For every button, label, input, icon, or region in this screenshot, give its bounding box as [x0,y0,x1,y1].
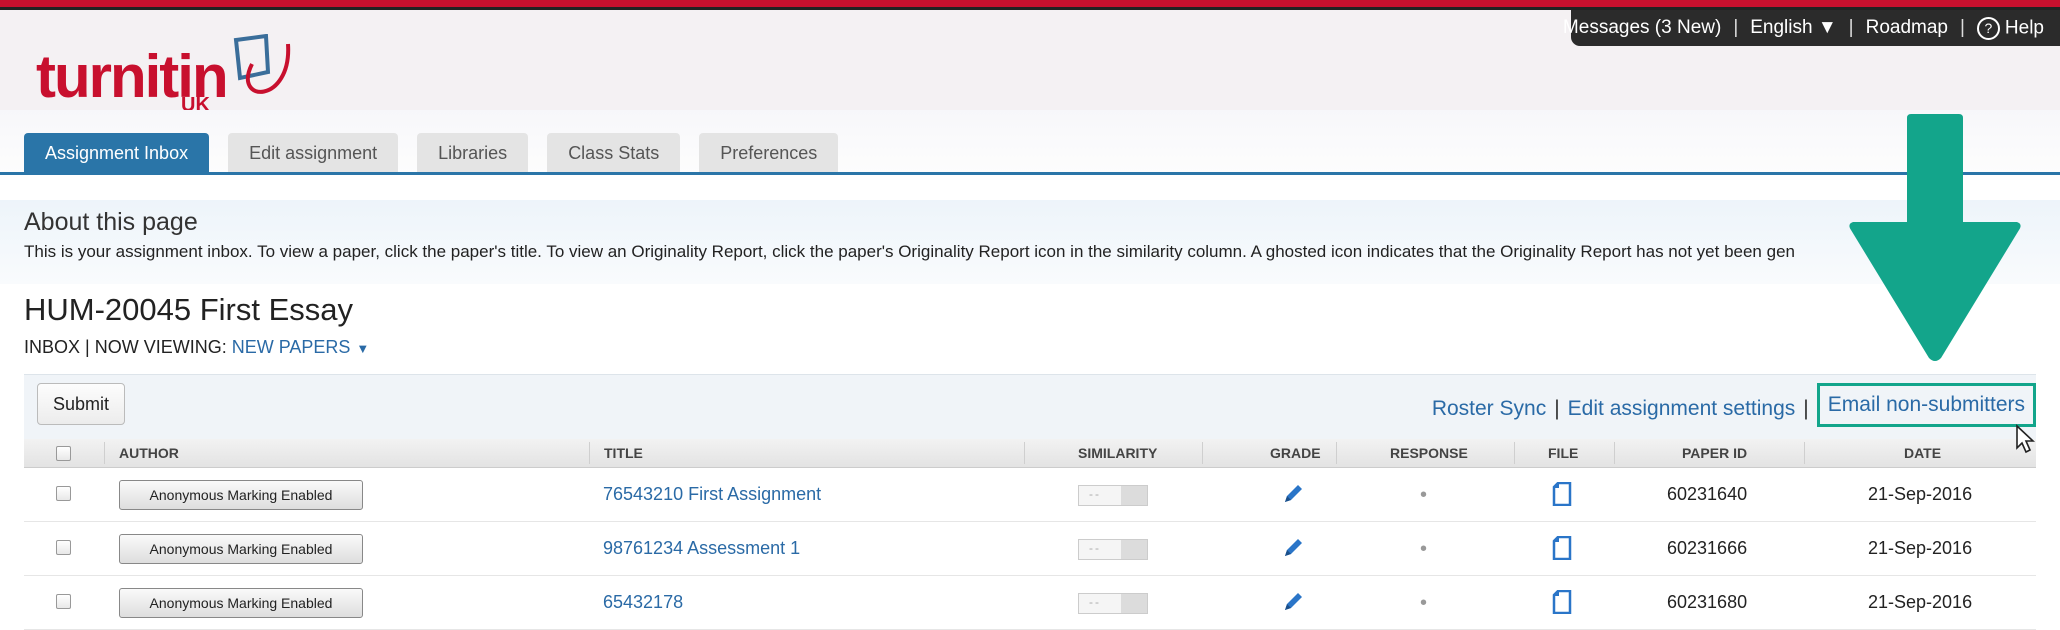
tab-class-stats[interactable]: Class Stats [547,133,681,173]
utility-bar: Messages (3 New) | English ▼ | Roadmap |… [1563,10,2060,46]
table-row: Anonymous Marking Enabled 65432178 -- • … [24,576,2036,630]
similarity-report-icon[interactable]: -- [1078,593,1148,614]
response-indicator: • [1420,484,1428,506]
roadmap-link[interactable]: Roadmap [1866,17,1948,39]
column-divider [1514,442,1515,464]
column-author[interactable]: AUTHOR [119,439,179,467]
turnitin-logo[interactable]: turnitin UK [36,28,296,118]
annotation-arrow-icon [1849,114,2021,361]
edit-assignment-settings-link[interactable]: Edit assignment settings [1568,397,1796,421]
tab-strip: Assignment Inbox Edit assignment Librari… [0,110,2060,174]
file-icon[interactable] [1552,536,1572,560]
messages-link[interactable]: Messages (3 New) [1563,17,1721,39]
column-title[interactable]: TITLE [604,439,643,467]
viewing-filter: INBOX | NOW VIEWING: NEW PAPERS ▼ [24,337,369,358]
table-row: Anonymous Marking Enabled 76543210 First… [24,468,2036,522]
roster-sync-link[interactable]: Roster Sync [1432,397,1546,421]
column-similarity[interactable]: SIMILARITY [1078,439,1157,467]
mouse-pointer-icon [2016,424,2036,454]
top-red-stripe [0,0,2060,7]
tab-libraries[interactable]: Libraries [417,133,529,173]
row-checkbox[interactable] [56,486,71,501]
logo-paper-icon [233,34,291,94]
column-response[interactable]: RESPONSE [1390,439,1468,467]
about-text: This is your assignment inbox. To view a… [24,242,1795,261]
separator: | [1733,17,1739,38]
similarity-report-icon[interactable]: -- [1078,485,1148,506]
inbox-label: INBOX [24,337,81,357]
pencil-icon[interactable] [1281,536,1305,560]
row-checkbox[interactable] [56,540,71,555]
inbox-toolbar: Submit Roster Sync | Edit assignment set… [24,374,2036,439]
column-date[interactable]: DATE [1904,439,1941,467]
file-icon[interactable] [1552,482,1572,506]
column-grade[interactable]: GRADE [1270,439,1321,467]
similarity-value: -- [1089,487,1101,501]
column-divider [1024,442,1025,464]
help-icon: ? [1976,16,2000,40]
paper-title-link[interactable]: 76543210 First Assignment [603,484,821,505]
column-divider [1804,442,1805,464]
tab-preferences[interactable]: Preferences [699,133,839,173]
anonymous-marking-button[interactable]: Anonymous Marking Enabled [119,534,363,564]
column-divider [589,442,590,464]
toolbar-links: Roster Sync | Edit assignment settings |… [1432,383,2036,427]
table-header: AUTHOR TITLE SIMILARITY GRADE RESPONSE F… [24,439,2036,468]
chevron-down-icon[interactable]: ▼ [356,341,369,356]
header: Messages (3 New) | English ▼ | Roadmap |… [0,10,2060,110]
row-checkbox[interactable] [56,594,71,609]
about-panel: About this page This is your assignment … [0,200,2060,284]
column-paper-id[interactable]: PAPER ID [1682,439,1747,467]
column-divider [1336,442,1337,464]
table-row: Anonymous Marking Enabled 98761234 Asses… [24,522,2036,576]
anonymous-marking-button[interactable]: Anonymous Marking Enabled [119,588,363,618]
paper-date: 21-Sep-2016 [1868,592,1973,612]
pencil-icon[interactable] [1281,590,1305,614]
tab-underline [0,172,2060,175]
submit-button[interactable]: Submit [37,383,125,425]
paper-title-link[interactable]: 65432178 [603,592,683,613]
email-non-submitters-link[interactable]: Email non-submitters [1816,383,2036,427]
response-indicator: • [1420,538,1428,560]
similarity-report-icon[interactable]: -- [1078,539,1148,560]
similarity-value: -- [1089,595,1101,609]
separator: | [1848,17,1854,38]
help-link[interactable]: ? Help [1976,16,2044,40]
tab-assignment-inbox[interactable]: Assignment Inbox [24,133,210,173]
anonymous-marking-button[interactable]: Anonymous Marking Enabled [119,480,363,510]
separator: | [1554,397,1560,420]
pencil-icon[interactable] [1281,482,1305,506]
tab-list: Assignment Inbox Edit assignment Librari… [24,133,839,173]
language-dropdown[interactable]: English ▼ [1750,17,1836,39]
paper-id: 60231666 [1667,538,1748,558]
paper-date: 21-Sep-2016 [1868,484,1973,504]
paper-title-link[interactable]: 98761234 Assessment 1 [603,538,800,559]
column-divider [104,442,105,464]
tab-edit-assignment[interactable]: Edit assignment [228,133,399,173]
about-title: About this page [24,208,198,236]
file-icon[interactable] [1552,590,1572,614]
separator: | [1803,397,1809,420]
paper-date: 21-Sep-2016 [1868,538,1973,558]
page-title: HUM-20045 First Essay [24,292,354,327]
response-indicator: • [1420,592,1428,614]
paper-id: 60231640 [1667,484,1748,504]
column-divider [1202,442,1203,464]
column-divider [1614,442,1615,464]
paper-id: 60231680 [1667,592,1748,612]
select-all-checkbox[interactable] [56,446,71,461]
column-file[interactable]: FILE [1548,439,1578,467]
now-viewing-dropdown[interactable]: NEW PAPERS [232,337,351,357]
similarity-value: -- [1089,541,1101,555]
now-viewing-label: | NOW VIEWING: [85,337,227,357]
separator: | [1959,17,1965,38]
help-label: Help [2004,17,2044,39]
